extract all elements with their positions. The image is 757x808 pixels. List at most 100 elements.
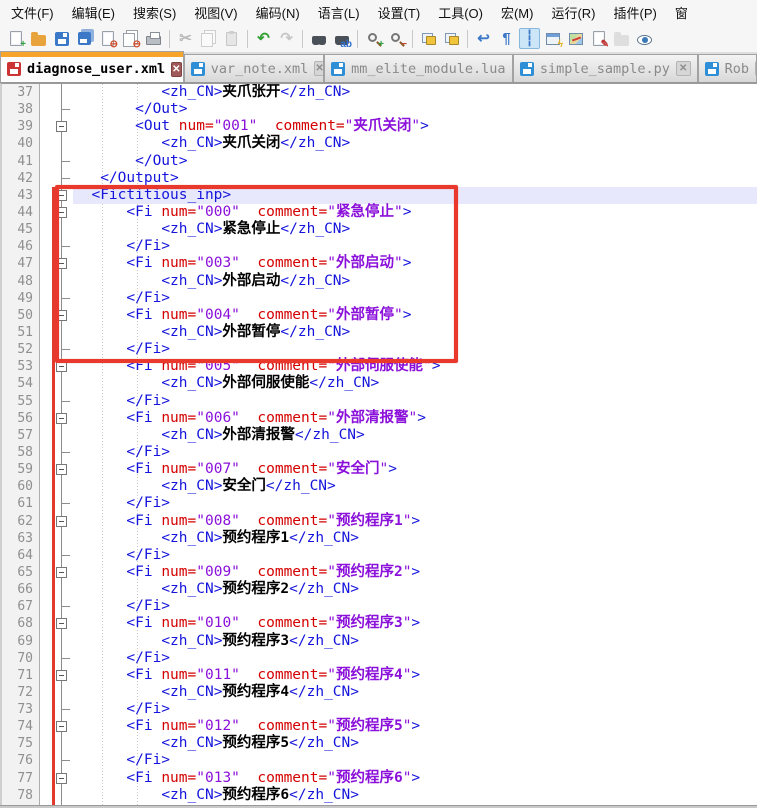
menu-item-9[interactable]: 运行(R) [542,0,604,25]
fold-collapse-icon[interactable] [56,721,67,732]
menu-item-3[interactable]: 视图(V) [185,0,246,25]
new-file-button[interactable]: + [5,28,26,49]
menu-item-7[interactable]: 工具(O) [429,0,492,25]
fold-collapse-icon[interactable] [56,773,67,784]
word-wrap-button[interactable]: ↩ [473,28,494,49]
line-number: 57 [2,427,40,444]
menu-item-2[interactable]: 搜索(S) [124,0,185,25]
menu-item-0[interactable]: 文件(F) [2,0,63,25]
fold-collapse-icon[interactable] [56,618,67,629]
print-button[interactable] [143,28,164,49]
menu-item-11[interactable]: 窗 [666,0,697,25]
open-file-button[interactable] [28,28,49,49]
modified-marker [52,547,55,564]
fold-end-tick [62,606,70,607]
sync-vertical-button[interactable] [418,28,439,49]
line-number: 41 [2,153,40,170]
folder-workspace-button[interactable] [611,28,632,49]
fold-margin [40,410,73,427]
save-all-button[interactable] [74,28,95,49]
menu-item-10[interactable]: 插件(P) [605,0,666,25]
fold-collapse-icon[interactable] [56,464,67,475]
code-line: 57 <zh_CN>外部清报警</zh_CN> [2,427,757,444]
saved-floppy-icon [331,62,345,76]
redo-button[interactable]: ↷ [276,28,297,49]
line-number: 49 [2,290,40,307]
code-text: </Fi> [73,495,757,512]
code-line: 77 <Fi num="013" comment="预约程序6"> [2,770,757,787]
find-button[interactable] [308,28,329,49]
tab-close-icon[interactable]: ✕ [314,61,324,76]
fold-margin [40,513,73,530]
fold-collapse-icon[interactable] [56,121,67,132]
fold-collapse-icon[interactable] [56,567,67,578]
tab-Rob[interactable]: Rob✕ [698,54,757,82]
fold-margin [40,701,73,718]
fold-margin [40,770,73,787]
code-text: <Fi num="009" comment="预约程序2"> [73,564,757,581]
modified-marker [52,650,55,667]
fold-collapse-icon[interactable] [56,670,67,681]
tab-simple_sample.py[interactable]: simple_sample.py✕ [513,54,698,82]
code-line: 61 </Fi> [2,495,757,512]
tab-close-icon[interactable]: ✕ [676,61,691,76]
show-all-chars-button[interactable]: ¶ [496,28,517,49]
monitoring-button[interactable] [634,28,655,49]
menu-item-5[interactable]: 语言(L) [309,0,369,25]
menu-item-1[interactable]: 编辑(E) [63,0,124,25]
menu-item-6[interactable]: 设置(T) [369,0,430,25]
undo-button[interactable]: ↶ [253,28,274,49]
menu-item-8[interactable]: 宏(M) [492,0,543,25]
tab-mm_elite_module.lua[interactable]: mm_elite_module.lua✕ [324,54,513,82]
fold-collapse-icon[interactable] [56,516,67,527]
code-text: <Fi num="012" comment="预约程序5"> [73,718,757,735]
document-map-button[interactable] [565,28,586,49]
code-line: 54 <zh_CN>外部伺服使能</zh_CN> [2,375,757,392]
redo-icon: ↷ [280,31,293,46]
fold-margin [40,444,73,461]
modified-marker [52,564,55,581]
monitoring-icon [637,35,652,45]
tab-close-icon[interactable]: ✕ [171,62,181,77]
badge-icon: ⊖ [110,40,118,50]
fold-line [61,135,62,152]
fold-collapse-icon[interactable] [56,413,67,424]
macro-record-button[interactable]: ✎ [588,28,609,49]
modified-marker [52,495,55,512]
menu-item-4[interactable]: 编码(N) [247,0,309,25]
close-button[interactable]: ⊖ [97,28,118,49]
modified-marker [52,427,55,444]
function-list-button[interactable]: ϟ [542,28,563,49]
code-text: <zh_CN>外部伺服使能</zh_CN> [73,375,757,392]
zoom-in-button[interactable]: + [363,28,384,49]
document-map-icon [569,33,583,45]
copy-button[interactable] [198,28,219,49]
fold-margin [40,84,73,101]
close-all-button[interactable]: ⊖ [120,28,141,49]
tab-var_note.xml[interactable]: var_note.xml✕ [184,54,324,82]
line-number: 62 [2,513,40,530]
cut-button[interactable]: ✂ [175,28,196,49]
sync-horizontal-button[interactable] [441,28,462,49]
fold-margin [40,547,73,564]
fold-margin [40,478,73,495]
paste-button[interactable] [221,28,242,49]
fold-margin [40,787,73,804]
code-text: <zh_CN>外部清报警</zh_CN> [73,427,757,444]
menu-bar: 文件(F)编辑(E)搜索(S)视图(V)编码(N)语言(L)设置(T)工具(O)… [0,0,757,25]
indent-guide-button[interactable]: ┆ [519,28,540,49]
modified-marker [52,513,55,530]
print-icon [146,36,161,45]
code-text: <Fi num="011" comment="预约程序4"> [73,667,757,684]
replace-button[interactable]: ab [331,28,352,49]
line-number: 59 [2,461,40,478]
code-line: 71 <Fi num="011" comment="预约程序4"> [2,667,757,684]
fold-line [61,735,62,752]
line-number: 76 [2,752,40,769]
zoom-out-button[interactable]: − [386,28,407,49]
tab-diagnose_user.xml[interactable]: diagnose_user.xml✕ [0,51,184,82]
save-button[interactable] [51,28,72,49]
sync-vertical-icon [422,33,436,45]
code-text: <zh_CN>预约程序4</zh_CN> [73,684,757,701]
show-all-chars-icon: ¶ [502,31,510,46]
